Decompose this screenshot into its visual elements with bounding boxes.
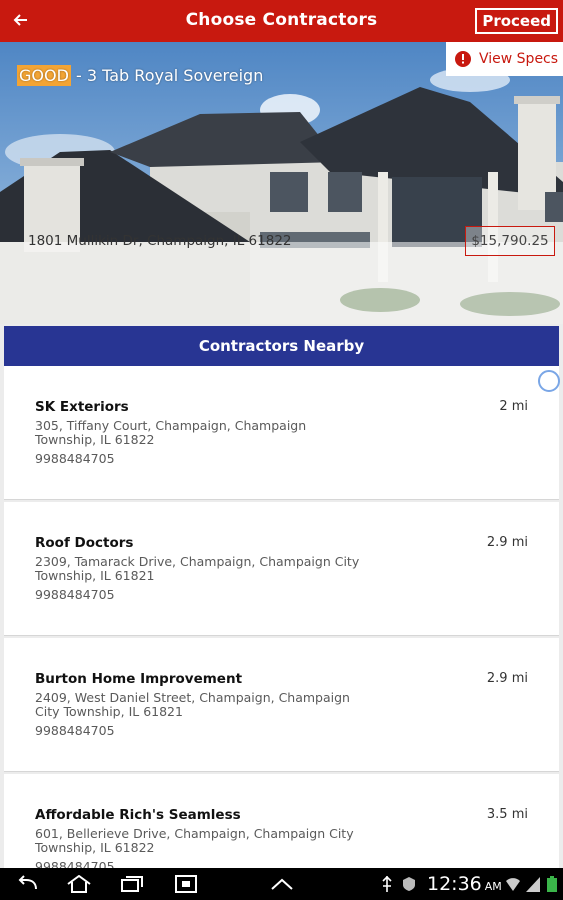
proceed-button[interactable]: Proceed: [475, 8, 558, 34]
contractor-phone[interactable]: 9988484705: [35, 723, 115, 738]
view-specs-button[interactable]: View Specs: [446, 42, 563, 76]
home-nav-icon[interactable]: [66, 874, 92, 894]
usb-icon: [381, 874, 393, 894]
contractor-distance: 2.9 mi: [486, 671, 528, 686]
clock-ampm: AM: [484, 880, 502, 893]
screenshot-icon[interactable]: [174, 874, 198, 894]
contractor-phone[interactable]: 9988484705: [35, 587, 115, 602]
view-specs-label: View Specs: [479, 51, 559, 67]
signal-icon: [526, 874, 540, 894]
status-clock: 12:36 AM: [427, 873, 502, 895]
product-title: GOOD - 3 Tab Royal Sovereign: [17, 65, 264, 86]
house-preview: GOOD - 3 Tab Royal Sovereign View Specs: [0, 42, 563, 324]
contractor-address: 305, Tiffany Court, Champaign, Champaign…: [35, 418, 307, 447]
contractor-card[interactable]: Burton Home Improvement 2.9 mi 2409, Wes…: [4, 638, 559, 772]
loading-spinner-icon: [538, 370, 560, 392]
contractor-card[interactable]: Affordable Rich's Seamless 3.5 mi 601, B…: [4, 774, 559, 868]
contractor-name: Burton Home Improvement: [35, 671, 243, 687]
chevron-up-icon[interactable]: [270, 874, 294, 894]
contractor-name: Affordable Rich's Seamless: [35, 807, 241, 823]
contractors-nearby-header: Contractors Nearby: [4, 326, 559, 366]
top-app-bar: Choose Contractors Proceed: [0, 0, 563, 42]
info-icon: [455, 51, 471, 67]
contractor-phone[interactable]: 9988484705: [35, 859, 115, 868]
estimated-price: $15,790.25: [465, 226, 555, 256]
product-name: - 3 Tab Royal Sovereign: [70, 66, 264, 85]
contractor-list[interactable]: SK Exteriors 2 mi 305, Tiffany Court, Ch…: [4, 366, 559, 868]
contractor-card[interactable]: SK Exteriors 2 mi 305, Tiffany Court, Ch…: [4, 366, 559, 500]
wifi-icon: [505, 874, 521, 894]
contractor-address: 601, Bellerieve Drive, Champaign, Champa…: [35, 826, 354, 855]
back-nav-icon[interactable]: [16, 874, 40, 894]
contractor-distance: 3.5 mi: [486, 807, 528, 822]
clock-time: 12:36: [427, 873, 482, 895]
project-address: 1801 Mullikin Dr, Champaign, IL 61822: [28, 233, 292, 249]
contractor-name: SK Exteriors: [35, 399, 129, 415]
contractor-phone[interactable]: 9988484705: [35, 451, 115, 466]
contractor-address: 2409, West Daniel Street, Champaign, Cha…: [35, 690, 350, 719]
contractor-distance: 2.9 mi: [486, 535, 528, 550]
system-nav-bar: 12:36 AM: [0, 868, 563, 900]
contractor-name: Roof Doctors: [35, 535, 134, 551]
app-root: Choose Contractors Proceed GOOD - 3 Tab …: [0, 0, 563, 900]
contractor-distance: 2 mi: [499, 399, 528, 414]
contractor-card[interactable]: Roof Doctors 2.9 mi 2309, Tamarack Drive…: [4, 502, 559, 636]
contractor-address: 2309, Tamarack Drive, Champaign, Champai…: [35, 554, 360, 583]
tier-badge: GOOD: [17, 65, 71, 86]
battery-icon: [546, 874, 558, 894]
recents-nav-icon[interactable]: [120, 874, 144, 894]
shield-icon: [402, 874, 416, 894]
